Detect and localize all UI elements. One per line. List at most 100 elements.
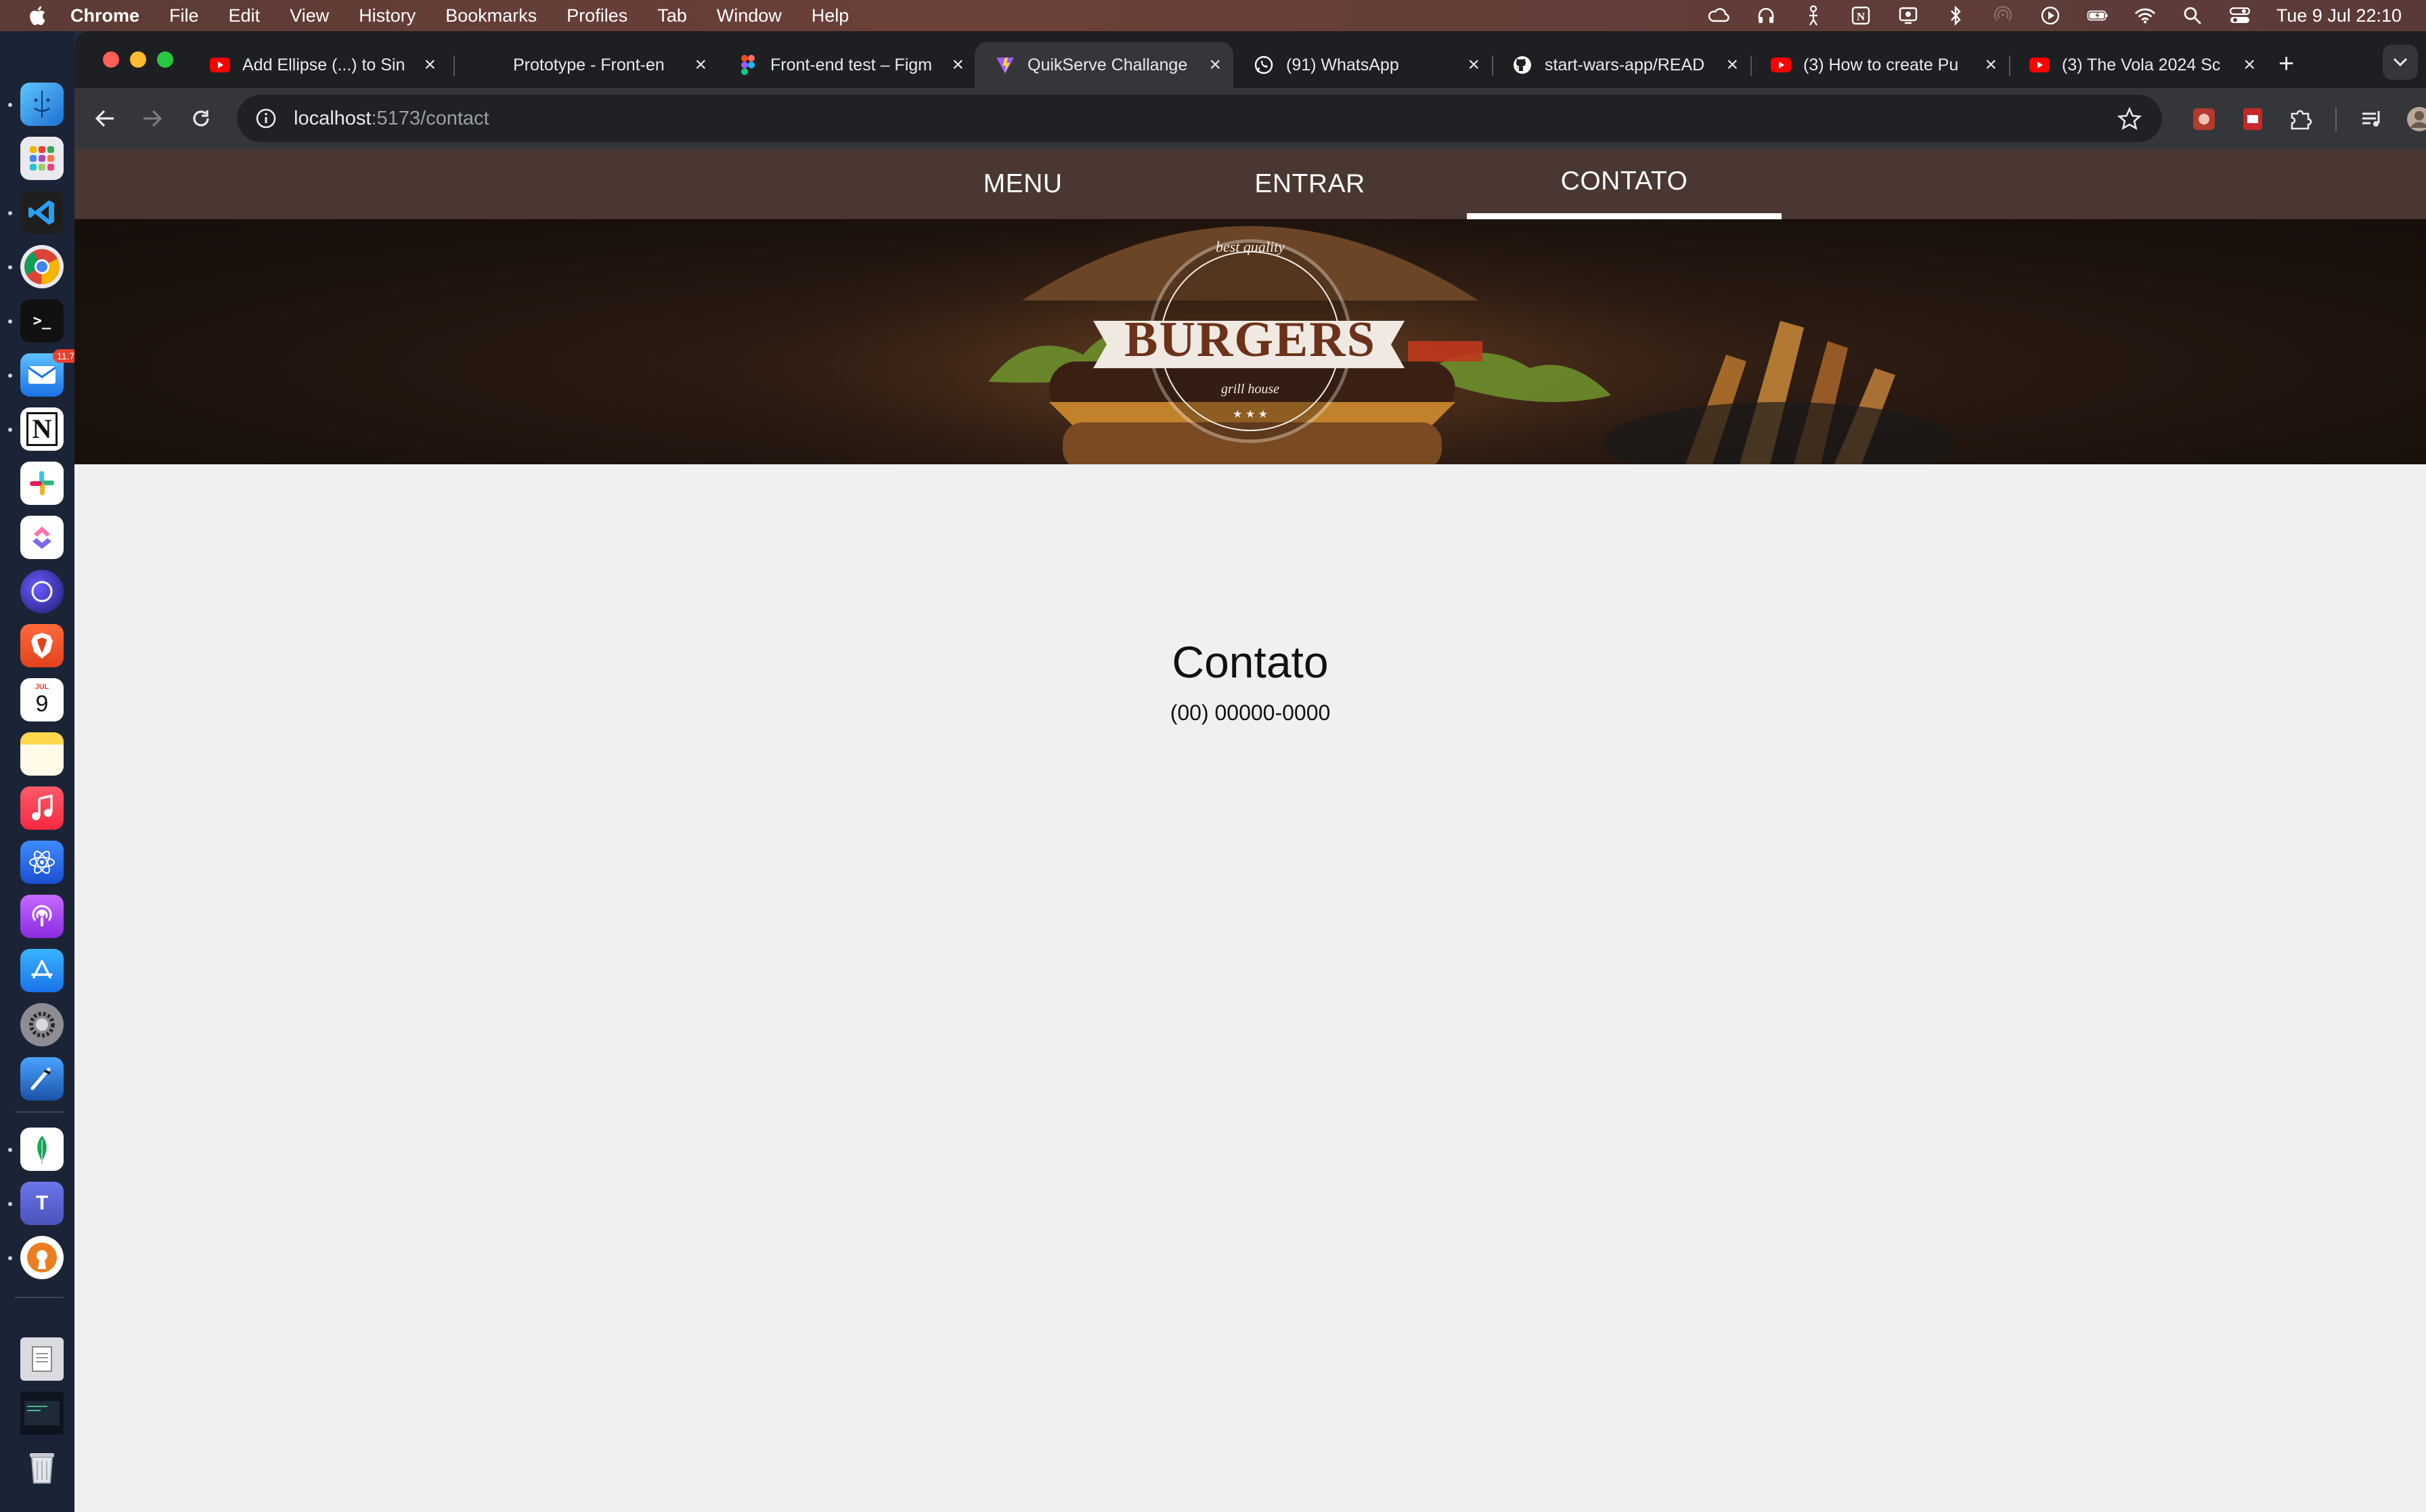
slack-icon[interactable] [20,462,64,505]
music-icon[interactable] [20,786,64,830]
menu-profiles[interactable]: Profiles [567,5,627,26]
menu-app-name[interactable]: Chrome [70,5,139,26]
bookmark-star-icon[interactable] [2117,107,2142,131]
contact-page-title: Contato [1172,637,1329,687]
now-playing-icon[interactable] [2039,5,2061,26]
brave-icon[interactable] [20,624,64,667]
tab-whatsapp[interactable]: (91) WhatsApp × [1233,42,1492,88]
nav-link-contato-active[interactable]: CONTATO [1467,149,1782,219]
xcode-icon[interactable] [20,1057,64,1100]
back-button[interactable] [88,102,122,135]
site-navigation: MENU ENTRAR CONTATO [74,149,2426,219]
menu-window[interactable]: Window [717,5,782,26]
tab-the-vola[interactable]: (3) The Vola 2024 Sc × [2009,42,2268,88]
tab-title: Add Ellipse (...) to Sin [242,55,405,74]
close-tab-icon[interactable]: × [1726,53,1738,76]
notion-icon[interactable]: N [20,407,64,451]
control-center-icon[interactable] [2229,5,2251,26]
bluetooth-icon[interactable] [1945,5,1966,26]
tab-separator [454,55,455,76]
menu-bar-clock[interactable]: Tue 9 Jul 22:10 [2276,5,2402,26]
headphones-icon[interactable] [1755,5,1777,26]
forward-button[interactable] [135,102,169,135]
zoom-window-button[interactable] [157,51,173,68]
dock-running-indicator [8,319,12,324]
trash-icon[interactable] [20,1446,64,1489]
menu-tab[interactable]: Tab [657,5,687,26]
tab-prototype[interactable]: Prototype - Front-en × [460,42,719,88]
tab-search-button[interactable] [2383,45,2418,80]
vite-icon [995,55,1015,75]
screenshot-thumbnail-icon[interactable] [20,1392,64,1435]
focus-app-icon[interactable] [20,570,64,613]
dock-separator [15,1297,64,1298]
close-window-button[interactable] [103,51,119,68]
extensions-puzzle-icon[interactable] [2287,106,2314,133]
figma-icon [481,55,501,75]
nav-link-entrar[interactable]: ENTRAR [1153,149,1467,219]
system-settings-icon[interactable] [20,1003,64,1046]
extension-pdf-icon[interactable] [2239,106,2266,133]
battery-icon[interactable] [2087,5,2109,26]
launchpad-icon[interactable] [20,137,64,180]
close-tab-icon[interactable]: × [424,53,436,76]
vscode-icon[interactable] [20,191,64,234]
tab-front-end-test[interactable]: Front-end test – Figm × [718,42,976,88]
terminal-icon[interactable]: >_ [20,299,64,342]
wifi-icon[interactable] [2134,5,2156,26]
tab-quikserve-active[interactable]: QuikServe Challange × [975,42,1233,88]
github-icon [1512,55,1532,75]
menu-bookmarks[interactable]: Bookmarks [445,5,537,26]
menu-file[interactable]: File [169,5,199,26]
apple-logo-icon[interactable] [27,4,50,27]
creative-cloud-icon[interactable] [1708,5,1729,26]
dock-running-indicator [8,265,12,269]
menu-view[interactable]: View [290,5,329,26]
chrome-icon[interactable] [20,245,64,288]
macos-menu-bar: Chrome File Edit View History Bookmarks … [0,0,2426,31]
tab-title: Front-end test – Figm [770,55,932,74]
figure-icon[interactable] [1803,5,1824,26]
teams-icon[interactable]: T [20,1182,64,1225]
app-store-icon[interactable] [20,949,64,992]
menu-edit[interactable]: Edit [229,5,261,26]
nav-link-menu[interactable]: MENU [893,149,1153,219]
menu-help[interactable]: Help [812,5,850,26]
calendar-icon[interactable]: JUL 9 [20,678,64,721]
extension-red-icon[interactable] [2190,106,2218,133]
tab-add-ellipse[interactable]: Add Ellipse (...) to Sin × [190,42,448,88]
notion-tray-icon[interactable]: N [1850,5,1872,26]
documents-folder-icon[interactable] [20,1337,64,1381]
mail-icon[interactable]: 11.770 [20,349,89,397]
web-page: MENU ENTRAR CONTATO best quality BURGERS… [74,149,2426,1512]
react-devtools-icon[interactable] [20,841,64,884]
close-tab-icon[interactable]: × [1209,53,1221,76]
notes-icon[interactable] [20,732,64,776]
close-tab-icon[interactable]: × [1468,53,1480,76]
mongodb-compass-icon[interactable] [20,1128,64,1171]
new-tab-button[interactable]: + [2278,49,2294,79]
tab-how-to-create[interactable]: (3) How to create Pu × [1750,42,2009,88]
menu-history[interactable]: History [359,5,416,26]
screen-share-icon[interactable] [1897,5,1919,26]
media-controls-icon[interactable] [2358,106,2385,133]
close-tab-icon[interactable]: × [2243,53,2255,76]
close-tab-icon[interactable]: × [952,53,964,76]
airdrop-icon[interactable] [1992,5,2014,26]
close-tab-icon[interactable]: × [1985,53,1997,76]
minimize-window-button[interactable] [130,51,146,68]
site-info-icon[interactable] [255,107,278,130]
address-bar[interactable]: localhost:5173/contact [237,95,2162,142]
podcasts-icon[interactable] [20,895,64,938]
spotlight-search-icon[interactable] [2182,5,2203,26]
profile-avatar[interactable] [2406,106,2426,133]
toolbar-divider [2335,107,2337,131]
finder-icon[interactable] [20,83,64,126]
calendar-day: 9 [35,691,49,717]
clickup-icon[interactable] [20,516,64,559]
dock-running-indicator [8,428,12,432]
openvpn-icon[interactable] [20,1236,64,1279]
reload-button[interactable] [184,102,218,135]
tab-github[interactable]: start-wars-app/READ × [1492,42,1750,88]
close-tab-icon[interactable]: × [694,53,707,76]
